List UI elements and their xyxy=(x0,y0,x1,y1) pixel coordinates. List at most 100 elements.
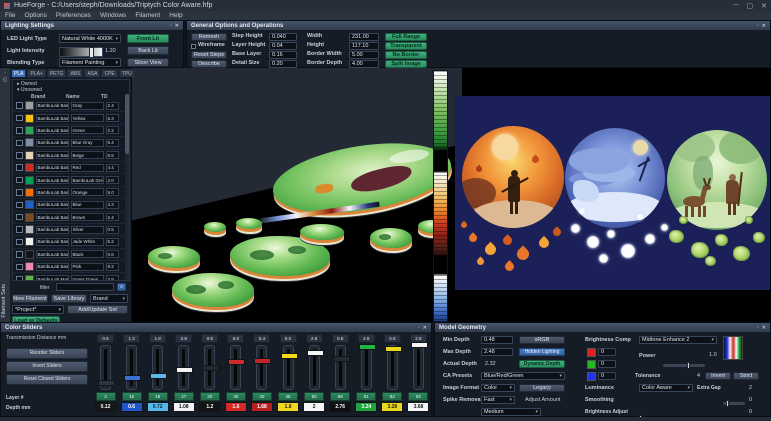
slider-track[interactable] xyxy=(204,345,215,390)
ca-presets-dropdown[interactable]: Blue/Red/Green xyxy=(481,372,565,380)
filament-row[interactable]: BambuLab Basic Gray 2.4 xyxy=(13,100,129,112)
close-icon[interactable]: ✕ xyxy=(761,2,767,10)
project-set-dropdown[interactable]: *Project* xyxy=(12,305,64,314)
border-width-field[interactable]: 5.00 xyxy=(349,51,379,59)
filament-brand-field[interactable]: BambuLab Basic xyxy=(36,102,69,110)
float-panel-icon[interactable]: ▫ xyxy=(757,23,759,29)
filament-name-field[interactable]: Orange xyxy=(71,188,104,196)
color-slider[interactable]: 2.8 81 3.24 xyxy=(356,334,377,412)
color-slider[interactable]: 2.8 92 3.68 xyxy=(408,334,429,412)
filament-checkbox[interactable] xyxy=(16,152,23,159)
add-update-set-button[interactable]: Add/Update Set xyxy=(67,305,128,314)
filament-row[interactable]: BambuLab Matte Grass Green 2.8 xyxy=(13,273,129,281)
medium-dropdown[interactable]: Medium xyxy=(481,408,541,416)
filament-checkbox[interactable] xyxy=(16,115,23,122)
filament-name-field[interactable]: Jade White xyxy=(71,238,104,246)
slider-handle[interactable] xyxy=(254,358,271,364)
slider-track[interactable] xyxy=(387,345,398,390)
filament-checkbox[interactable] xyxy=(16,226,23,233)
filament-row[interactable]: BambuLab Basic Silver 0.5 xyxy=(13,224,129,236)
minimize-icon[interactable]: ─ xyxy=(734,2,739,9)
color-slider[interactable]: 1.8 18 0.72 xyxy=(147,334,168,412)
filament-td-field[interactable]: 8.2 xyxy=(106,263,119,271)
filament-td-field[interactable]: 4.4 xyxy=(106,164,119,172)
float-panel-icon[interactable]: ▫ xyxy=(757,325,759,331)
slider-handle[interactable] xyxy=(228,359,245,365)
height-field[interactable]: 117.10 xyxy=(349,42,379,50)
color-slider[interactable]: 0.8 30 1.2 xyxy=(199,334,220,412)
general-panel-header[interactable]: General Options and Operations ▫ ✕ xyxy=(187,21,770,30)
slider-handle[interactable] xyxy=(124,375,141,381)
filament-name-field[interactable]: Red xyxy=(71,164,104,172)
filament-brand-field[interactable]: BambuLab Basic xyxy=(36,126,69,134)
max-depth-field[interactable]: 2.48 xyxy=(481,348,513,356)
filament-brand-field[interactable]: BambuLab Basic xyxy=(36,151,69,159)
filter-input[interactable] xyxy=(56,283,114,291)
filament-row[interactable]: BambuLab Basic Blue 4.3 xyxy=(13,199,129,211)
reset-closed-sliders-button[interactable]: Reset Closed Sliders xyxy=(6,374,88,385)
filament-checkbox[interactable] xyxy=(16,214,23,221)
blue-channel-field[interactable]: 0 xyxy=(598,372,616,380)
layer-height-field[interactable]: 0.04 xyxy=(269,42,297,50)
slicer-view-button[interactable]: Slicer View xyxy=(127,58,169,67)
slider-track[interactable] xyxy=(413,345,424,390)
filament-name-field[interactable]: Silver xyxy=(71,226,104,234)
back-lit-button[interactable]: Back Lit xyxy=(127,46,169,55)
spike-removal-dropdown[interactable]: Fast xyxy=(481,396,515,404)
menu-item[interactable]: Windows xyxy=(100,12,126,19)
light-intensity-slider[interactable] xyxy=(59,47,103,57)
filament-brand-field[interactable]: BambuLab Basic xyxy=(36,226,69,234)
filament-row[interactable]: BambuLab Basic Yellow 6.3 xyxy=(13,112,129,124)
filament-name-field[interactable]: Pink xyxy=(71,263,104,271)
maximize-icon[interactable]: ▢ xyxy=(747,2,754,10)
slider-track[interactable] xyxy=(100,345,111,390)
dynamic-depth-button[interactable]: Dynamic Depth xyxy=(519,360,565,368)
border-depth-field[interactable]: 4.00 xyxy=(349,60,379,68)
filament-name-field[interactable]: Grass Green xyxy=(71,275,104,281)
menu-item[interactable]: Help xyxy=(169,12,182,19)
invert-sliders-button[interactable]: Invert Sliders xyxy=(6,361,88,372)
color-slider[interactable]: 5.8 82 3.28 xyxy=(382,334,403,412)
split-image-button[interactable]: Split Image xyxy=(385,60,427,68)
reorder-sliders-button[interactable]: Reorder Sliders xyxy=(6,348,88,359)
front-lit-button[interactable]: Front Lit xyxy=(127,34,169,43)
width-field[interactable]: 231.00 xyxy=(349,33,379,41)
brand-filter-dropdown[interactable]: Brand xyxy=(90,294,128,303)
table-scrollbar-thumb[interactable] xyxy=(125,94,129,154)
menu-item[interactable]: Filament xyxy=(135,12,160,19)
color-slider[interactable]: 0.6 3 0.12 xyxy=(95,334,116,412)
filament-type-tab[interactable]: PLA+ xyxy=(27,69,45,77)
pin-dock-icon[interactable]: ◱ xyxy=(0,77,10,83)
filament-type-tab[interactable]: CPE xyxy=(101,69,117,77)
luminance-dropdown[interactable]: Color Aware xyxy=(639,384,693,392)
green-channel-field[interactable]: 0 xyxy=(598,360,616,368)
filament-td-field[interactable]: 4.3 xyxy=(106,201,119,209)
viewport-canvas[interactable] xyxy=(132,68,771,322)
filament-td-field[interactable]: 2.2 xyxy=(106,126,119,134)
reset-steps-button[interactable]: Reset Steps xyxy=(191,51,227,59)
menu-item[interactable]: Options xyxy=(24,12,46,19)
srgb-button[interactable]: sRGB xyxy=(519,336,565,344)
slider-handle[interactable] xyxy=(202,365,219,371)
filament-td-field[interactable]: 0.5 xyxy=(106,226,119,234)
filament-checkbox[interactable] xyxy=(16,239,23,246)
remesh-button[interactable]: Remesh xyxy=(191,33,227,41)
slider-track[interactable] xyxy=(178,345,189,390)
filament-checkbox[interactable] xyxy=(16,177,23,184)
color-slider[interactable]: 2.8 27 1.08 xyxy=(173,334,194,412)
filament-type-tab[interactable]: ABS xyxy=(67,69,83,77)
invert-button[interactable]: Invert xyxy=(705,372,731,380)
save-library-button[interactable]: Save Library xyxy=(51,294,87,303)
slider-handle[interactable] xyxy=(307,350,324,356)
filament-checkbox[interactable] xyxy=(16,164,23,171)
menu-item[interactable]: Preferences xyxy=(56,12,91,19)
filament-brand-field[interactable]: BambuLab Basic xyxy=(36,250,69,258)
base-layer-field[interactable]: 0.16 xyxy=(269,51,297,59)
filament-checkbox[interactable] xyxy=(16,251,23,258)
float-dock-icon[interactable]: ▫ xyxy=(0,70,10,76)
filament-checkbox[interactable] xyxy=(16,189,23,196)
filament-td-field[interactable]: 2.0 xyxy=(106,176,119,184)
layer-color-bar[interactable] xyxy=(433,70,448,322)
transparent-button[interactable]: Transparent xyxy=(385,42,427,50)
image-format-dropdown[interactable]: Color xyxy=(481,384,515,392)
